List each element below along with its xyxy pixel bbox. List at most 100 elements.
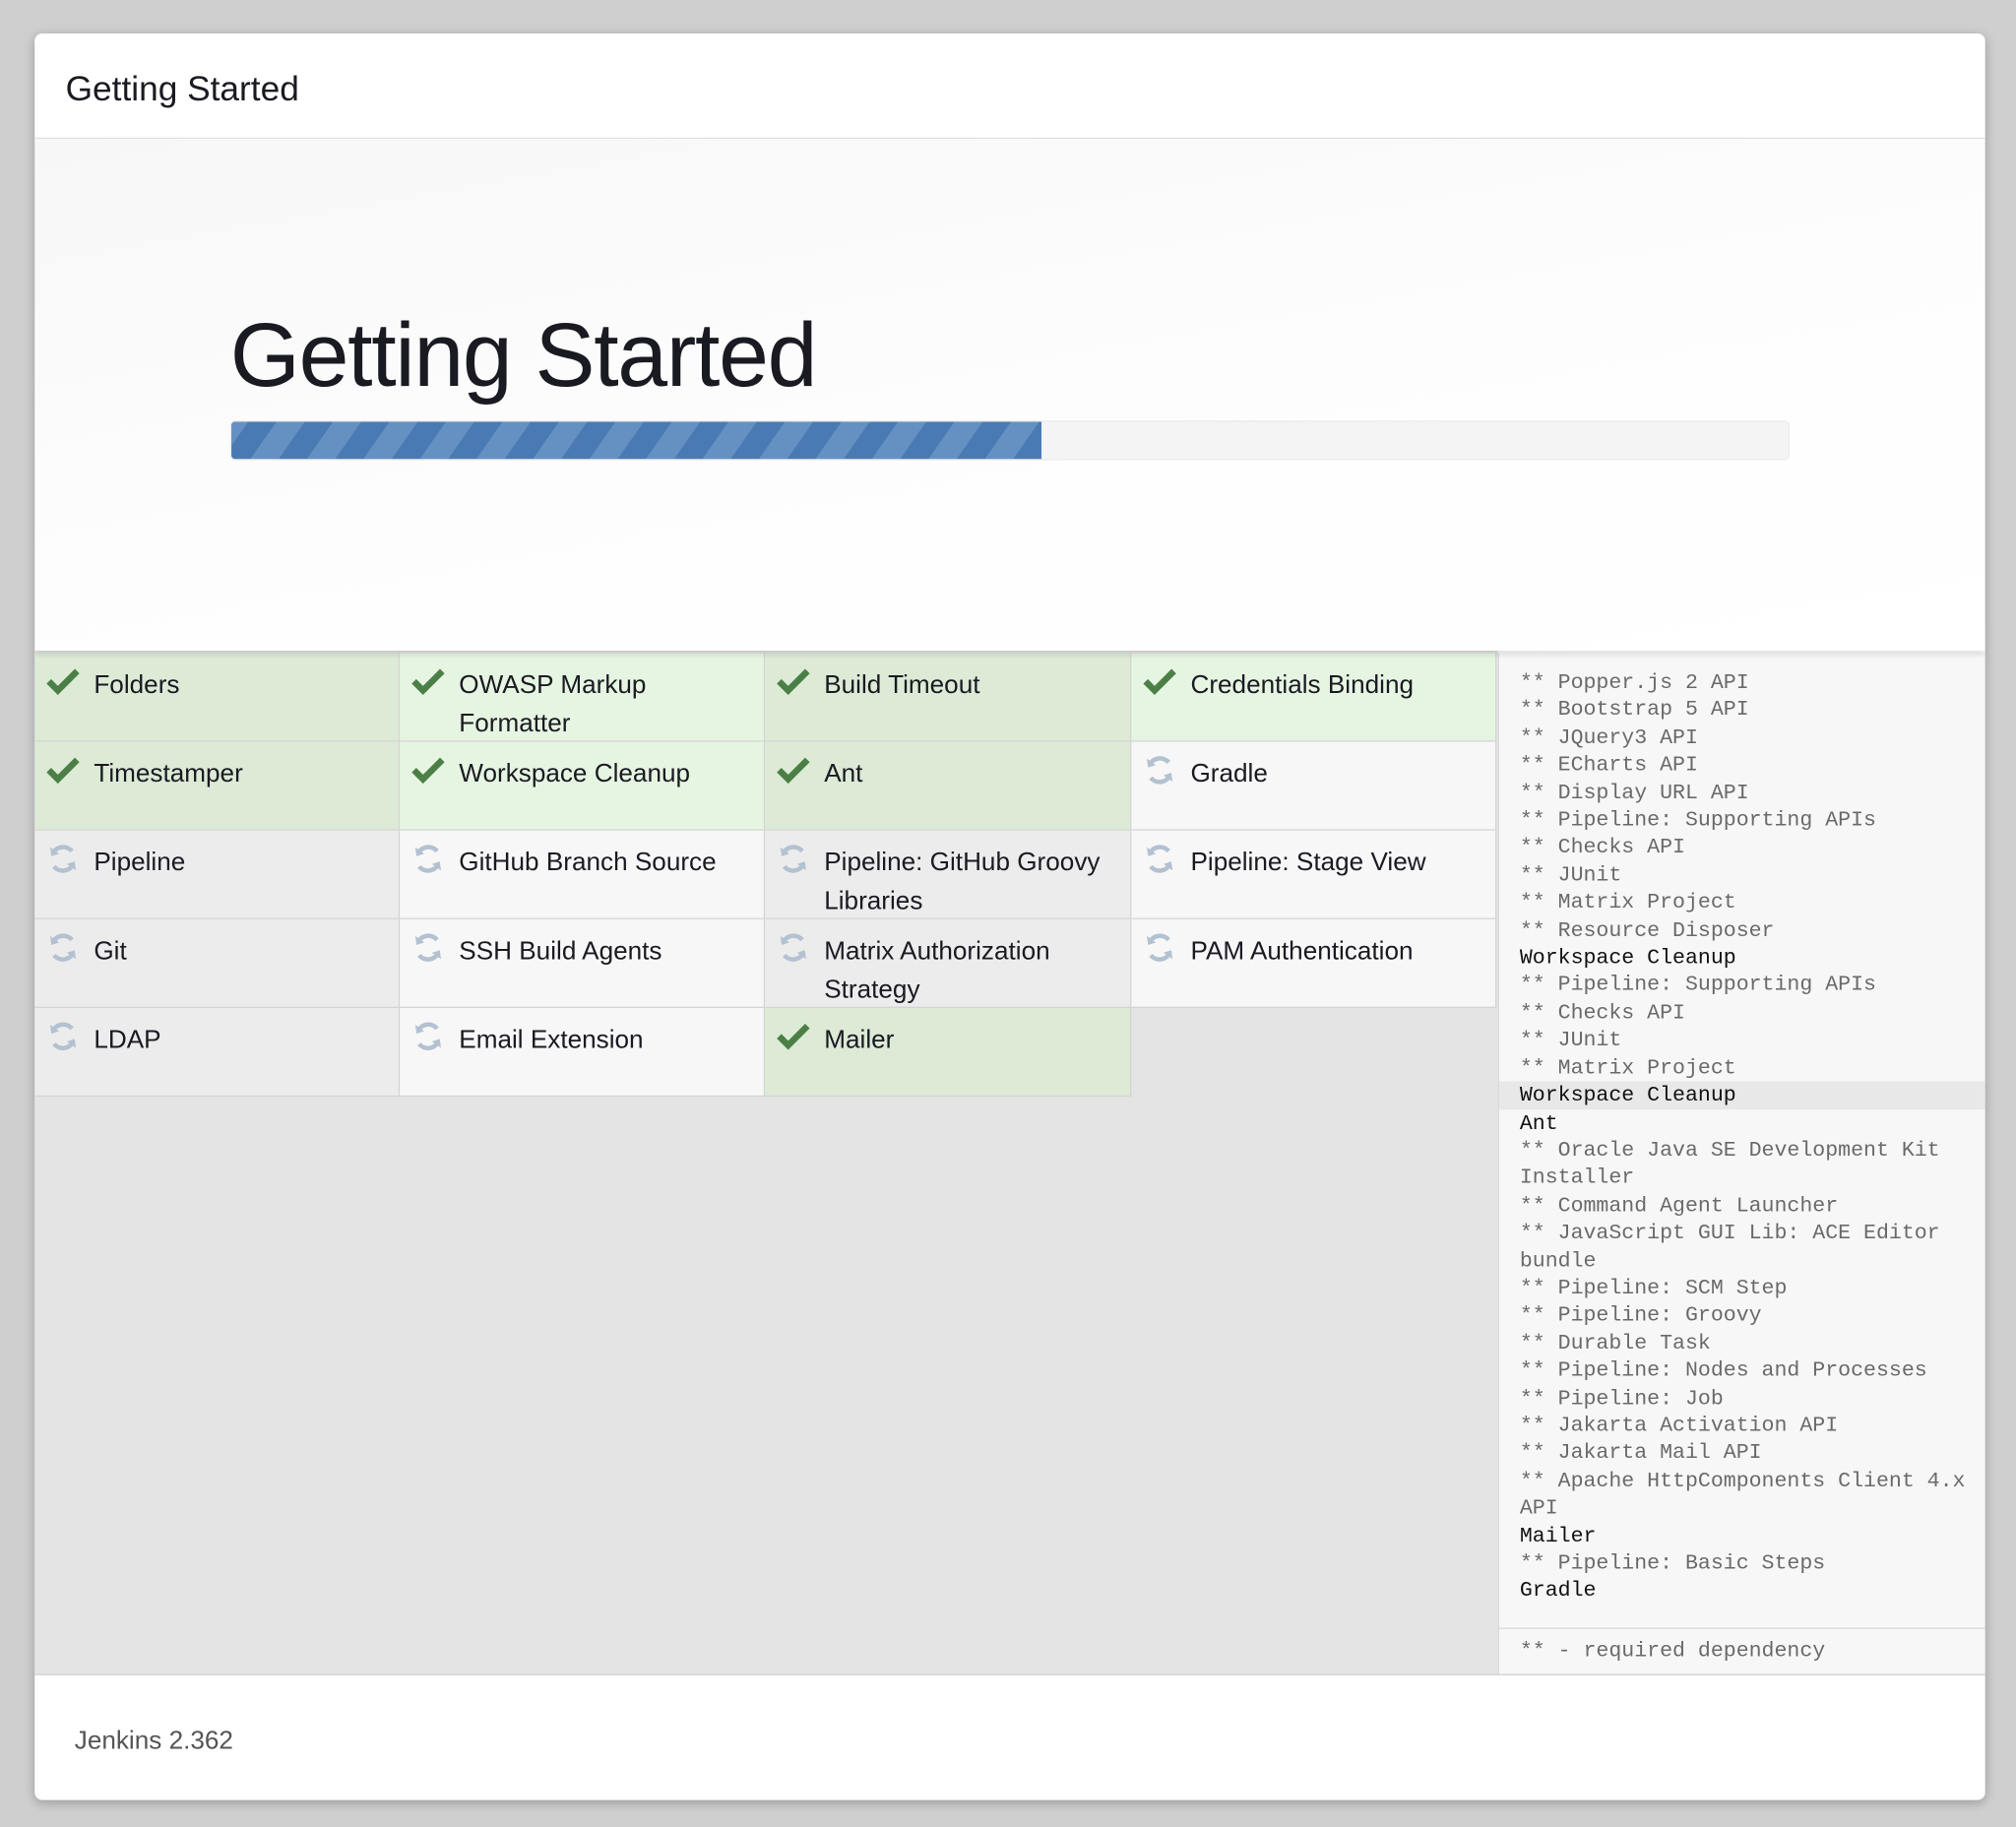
refresh-icon [46, 843, 80, 876]
log-dependency-line: ** Resource Disposer [1519, 917, 1775, 942]
plugin-grid: Folders OWASP Markup Formatter Build Timeo… [34, 653, 1497, 1098]
plugin-name: Folders [94, 670, 180, 700]
modal-header: Getting Started [34, 32, 1985, 140]
jenkins-version: Jenkins 2.362 [74, 1727, 233, 1755]
plugin-item: GitHub Branch Source [400, 830, 766, 919]
log-dependency-line: ** Bootstrap 5 API [1519, 697, 1749, 723]
checkmark-icon [411, 753, 445, 787]
plugin-name: Git [94, 937, 127, 966]
plugin-item: Git [34, 918, 401, 1008]
log-dependency-line: ** Popper.js 2 API [1519, 669, 1749, 695]
log-dependency-line: ** ECharts API [1519, 752, 1698, 778]
plugin-name: Build Timeout [824, 670, 980, 700]
plugin-item: Pipeline: Stage View [1131, 830, 1497, 919]
checkmark-icon [777, 1020, 810, 1053]
log-dependency-line: ** Checks API [1519, 835, 1685, 860]
plugin-item: SSH Build Agents [400, 918, 766, 1008]
plugin-name: GitHub Branch Source [459, 849, 717, 877]
checkmark-icon [777, 753, 810, 787]
refresh-icon [1143, 843, 1176, 876]
refresh-icon [46, 931, 80, 965]
plugin-item: Ant [765, 741, 1132, 831]
plugin-name: OWASP Markup Formatter [459, 670, 647, 738]
log-dependency-line: ** Matrix Project [1519, 1054, 1736, 1080]
plugin-name: Pipeline: Stage View [1190, 849, 1426, 877]
plugin-item: Workspace Cleanup [400, 741, 766, 831]
log-dependency-line: ** Pipeline: Supporting APIs [1519, 807, 1876, 833]
plugin-item: Build Timeout [765, 653, 1132, 742]
refresh-icon [46, 1020, 80, 1053]
modal-title: Getting Started [65, 69, 299, 108]
refresh-icon [411, 843, 445, 876]
checkmark-icon [411, 664, 445, 698]
page-title: Getting Started [229, 304, 818, 406]
plugin-item: LDAP [34, 1007, 401, 1098]
log-dependency-line: ** JQuery3 API [1519, 724, 1698, 750]
log-legend: ** - required dependency [1498, 1627, 1985, 1674]
plugin-grid-area: Folders OWASP Markup Formatter Build Timeo… [34, 650, 1498, 1674]
log-dependency-line: ** JUnit [1519, 862, 1622, 888]
log-dependency-line: ** Apache HttpComponents Client 4.x API [1519, 1468, 1966, 1521]
log-plugin-line: Mailer [1519, 1523, 1597, 1548]
log-dependency-line: ** Command Agent Launcher [1519, 1192, 1839, 1218]
plugin-name: SSH Build Agents [459, 937, 662, 966]
log-dependency-line: ** Display URL API [1519, 780, 1749, 805]
log-dependency-line: ** Matrix Project [1519, 890, 1736, 914]
plugin-item: Pipeline: GitHub Groovy Libraries [765, 830, 1132, 919]
log-dependency-line: ** Pipeline: Supporting APIs [1519, 973, 1876, 997]
hero-section: Getting Started [34, 139, 1985, 651]
log-dependency-line: ** Pipeline: Job [1519, 1385, 1724, 1411]
plugin-item: OWASP Markup Formatter [400, 653, 766, 742]
plugin-name: Workspace Cleanup [459, 759, 691, 788]
checkmark-icon [1143, 664, 1176, 698]
log-dependency-line: ** Pipeline: Basic Steps [1519, 1550, 1826, 1575]
log-dependency-line: ** Jakarta Mail API [1519, 1440, 1762, 1466]
plugin-name: Pipeline: GitHub Groovy Libraries [824, 849, 1101, 915]
refresh-icon [777, 843, 810, 876]
checkmark-icon [46, 753, 80, 787]
log-dependency-line: ** Pipeline: Nodes and Processes [1519, 1357, 1927, 1383]
plugin-name: Timestamper [94, 759, 243, 788]
log-dependency-line: ** Durable Task [1519, 1330, 1711, 1355]
plugin-name: Mailer [824, 1026, 895, 1055]
plugin-item: Gradle [1131, 741, 1497, 831]
plugin-item: Pipeline [34, 830, 401, 919]
log-dependency-line: ** Jakarta Activation API [1519, 1413, 1839, 1438]
plugin-name: Pipeline [94, 849, 186, 877]
plugin-item: Folders [34, 653, 401, 742]
install-progress-bar [229, 420, 1791, 461]
refresh-icon [1143, 931, 1176, 965]
checkmark-icon [777, 664, 810, 698]
plugin-item: PAM Authentication [1131, 918, 1497, 1008]
refresh-icon [1143, 753, 1176, 787]
log-dependency-line: ** Pipeline: Groovy [1519, 1302, 1762, 1328]
plugin-name: PAM Authentication [1190, 937, 1414, 966]
plugin-name: LDAP [94, 1026, 161, 1055]
log-dependency-line: ** Checks API [1519, 999, 1685, 1025]
plugin-item: Email Extension [400, 1007, 766, 1098]
footer: Jenkins 2.362 [34, 1673, 1985, 1800]
log-dependency-line: ** Pipeline: SCM Step [1519, 1275, 1788, 1300]
install-log-panel[interactable]: ** Popper.js 2 API ** Bootstrap 5 API ** J… [1497, 653, 1985, 1674]
plugin-item: Mailer [765, 1007, 1132, 1098]
setup-wizard-window: Getting Started Getting Started Folders O… [34, 32, 1985, 1800]
log-dependency-line: ** JUnit [1519, 1027, 1622, 1052]
refresh-icon [777, 931, 810, 965]
progress-fill [231, 421, 1041, 460]
log-dependency-line: ** JavaScript GUI Lib: ACE Editor bundle [1519, 1220, 1940, 1273]
plugin-name: Matrix Authorization Strategy [824, 937, 1050, 1005]
log-plugin-line: Gradle [1519, 1578, 1597, 1603]
log-plugin-line: Ant [1519, 1109, 1558, 1135]
install-log-lines: ** Popper.js 2 API ** Bootstrap 5 API ** J… [1498, 668, 1985, 1605]
log-plugin-line: Workspace Cleanup [1519, 945, 1736, 970]
plugin-name: Ant [824, 759, 863, 788]
refresh-icon [411, 1020, 445, 1053]
log-plugin-line: Workspace Cleanup [1498, 1081, 1985, 1109]
plugin-name: Gradle [1190, 759, 1268, 788]
checkmark-icon [46, 664, 80, 698]
refresh-icon [411, 931, 445, 965]
plugin-item: Timestamper [34, 741, 401, 831]
plugin-item: Credentials Binding [1131, 653, 1497, 742]
plugin-name: Email Extension [459, 1026, 644, 1055]
plugin-item: Matrix Authorization Strategy [765, 918, 1132, 1008]
